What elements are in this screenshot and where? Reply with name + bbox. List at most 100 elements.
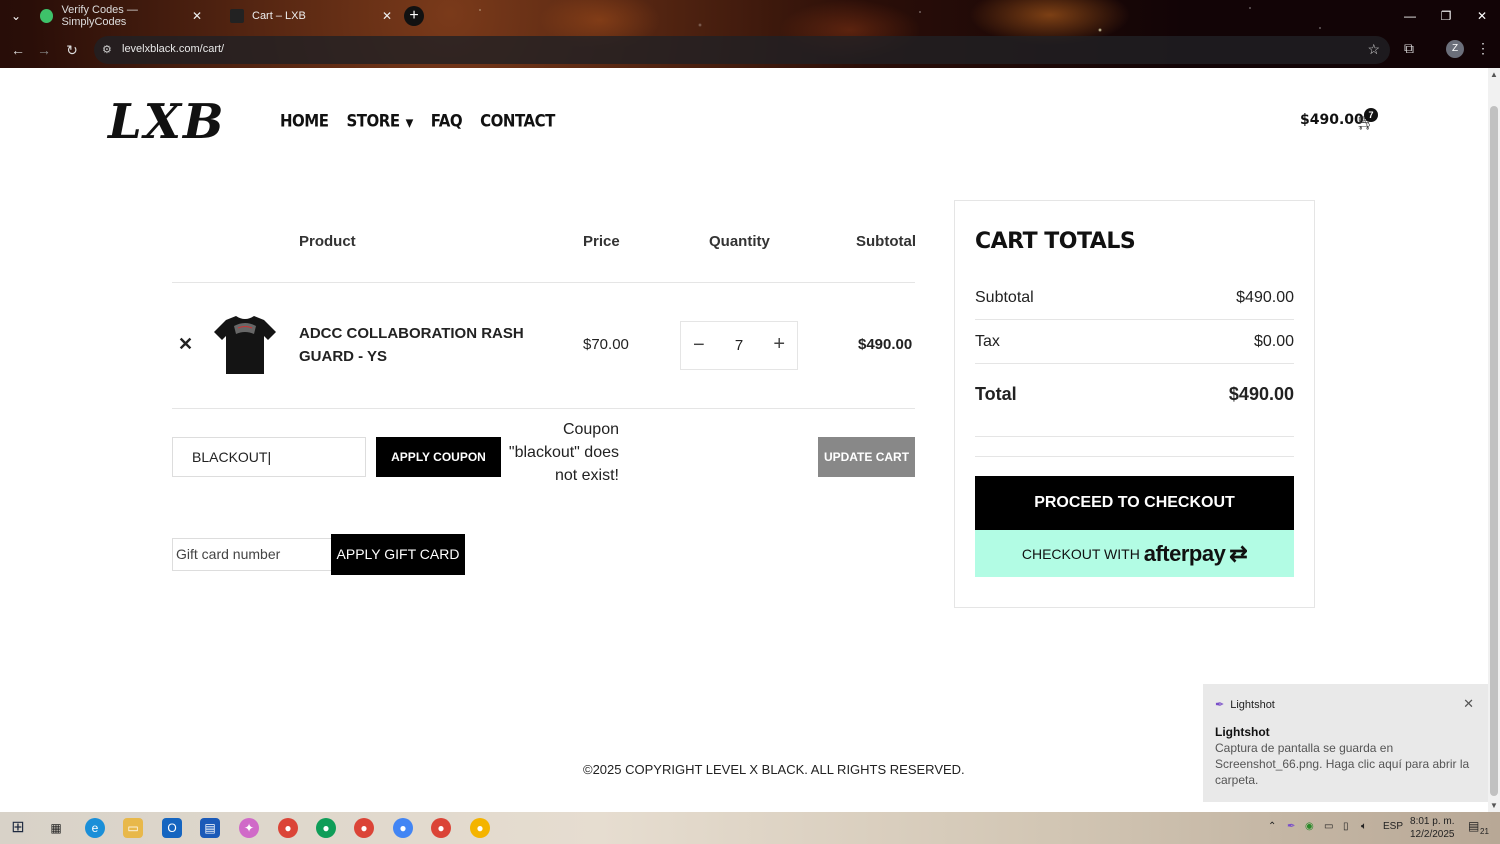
afterpay-checkout-button[interactable]: CHECKOUT WITH afterpay ⇄	[975, 530, 1294, 577]
bookmark-star-icon[interactable]: ☆	[1367, 41, 1380, 58]
chrome-profile-3-icon[interactable]: ●	[354, 818, 374, 838]
total-value: $490.00	[1228, 384, 1294, 404]
tray-volume-icon[interactable]: 🔈︎	[1361, 821, 1367, 832]
nav-home[interactable]: HOME	[280, 111, 329, 131]
browser-menu-icon[interactable]: ⋮	[1476, 40, 1490, 57]
outlook-icon[interactable]: O	[162, 818, 182, 838]
window-close-icon[interactable]: ✕	[1464, 0, 1500, 32]
tax-label: Tax	[975, 333, 1000, 350]
plus-icon[interactable]: +	[773, 333, 785, 356]
chrome-profile-6-icon[interactable]: ●	[470, 818, 490, 838]
apply-coupon-button[interactable]: APPLY COUPON	[376, 437, 501, 477]
site-info-icon[interactable]: ⚙	[102, 43, 116, 57]
table-divider	[172, 408, 915, 409]
task-view-icon[interactable]: ▦	[46, 818, 66, 838]
tab-title: Cart – LXB	[252, 10, 306, 22]
col-header-product: Product	[299, 233, 356, 250]
nav-store-label: STORE	[346, 111, 400, 131]
afterpay-arrows-icon: ⇄	[1229, 541, 1248, 566]
notification-center-icon[interactable]: ▤	[1468, 819, 1479, 833]
tab-close-icon[interactable]: ✕	[382, 9, 392, 23]
chrome-profile-4-icon[interactable]: ●	[393, 818, 413, 838]
update-cart-button[interactable]: UPDATE CART	[818, 437, 915, 477]
notification-app-row: ✒ Lightshot	[1215, 698, 1275, 711]
product-price: $70.00	[583, 336, 629, 353]
col-header-subtotal: Subtotal	[856, 233, 916, 250]
notification-title: Lightshot	[1215, 725, 1270, 739]
notification-count-badge: 21	[1480, 827, 1489, 836]
chrome-profile-5-icon[interactable]: ●	[431, 818, 451, 838]
coupon-code-value: BLACKOUT	[192, 449, 268, 465]
chrome-profile-1-icon[interactable]: ●	[278, 818, 298, 838]
notification-close-icon[interactable]: ✕	[1463, 696, 1474, 712]
footer-copyright: ©2025 COPYRIGHT LEVEL X BLACK. ALL RIGHT…	[583, 762, 965, 777]
row-subtotal: $490.00	[858, 336, 913, 353]
site-logo[interactable]: LXB	[108, 94, 226, 150]
profile-avatar[interactable]: Z	[1446, 40, 1464, 58]
address-bar[interactable]: ⚙ levelxblack.com/cart/ ☆	[94, 36, 1390, 64]
lightshot-notification[interactable]: ✒ Lightshot ✕ Lightshot Captura de pantal…	[1203, 684, 1488, 802]
subtotal-label: Subtotal	[975, 289, 1034, 306]
coupon-code-input[interactable]: BLACKOUT|	[172, 437, 366, 477]
totals-divider	[975, 319, 1294, 320]
new-tab-plus-icon[interactable]: +	[404, 6, 424, 26]
page-scrollbar[interactable]: ▲ ▼	[1488, 68, 1500, 812]
scroll-down-arrow-icon[interactable]: ▼	[1490, 801, 1498, 810]
notification-body[interactable]: Captura de pantalla se guarda en Screens…	[1215, 740, 1475, 788]
col-header-quantity: Quantity	[709, 233, 770, 250]
tray-battery-icon[interactable]: ▯	[1343, 821, 1349, 832]
tray-app-icon[interactable]: ◉	[1305, 821, 1314, 832]
scroll-up-arrow-icon[interactable]: ▲	[1490, 70, 1498, 79]
tab-simplycodes[interactable]: Verify Codes — SimplyCodes ✕	[30, 4, 210, 28]
col-header-price: Price	[583, 233, 620, 250]
minimize-icon[interactable]: —	[1392, 0, 1428, 32]
nav-contact[interactable]: CONTACT	[480, 111, 555, 131]
caret-down-icon: ▼	[405, 117, 414, 130]
store-icon[interactable]: ▤	[200, 818, 220, 838]
remove-item-icon[interactable]: ✕	[178, 334, 193, 355]
proceed-to-checkout-button[interactable]: PROCEED TO CHECKOUT	[975, 476, 1294, 530]
simplycodes-favicon-icon	[40, 9, 54, 23]
header-cart-total[interactable]: $490.00	[1300, 112, 1364, 128]
tray-lightshot-icon[interactable]: ✒	[1287, 821, 1295, 832]
afterpay-prefix: CHECKOUT WITH	[1021, 546, 1140, 562]
language-indicator[interactable]: ESP	[1383, 821, 1403, 832]
url-text: levelxblack.com/cart/	[122, 43, 225, 55]
extensions-puzzle-icon[interactable]: ⧉	[1404, 40, 1414, 57]
quantity-stepper: − 7 +	[680, 321, 798, 370]
back-arrow-icon[interactable]: ←	[8, 40, 28, 60]
totals-divider	[975, 456, 1294, 457]
tab-cart-lxb[interactable]: Cart – LXB ✕	[220, 4, 400, 28]
edge-icon[interactable]: e	[85, 818, 105, 838]
tab-close-icon[interactable]: ✕	[192, 9, 202, 23]
tray-network-icon[interactable]: ▭	[1324, 821, 1333, 832]
apply-gift-card-button[interactable]: APPLY GIFT CARD	[331, 534, 465, 575]
coupon-error-message: Coupon "blackout" does not exist!	[508, 421, 619, 484]
notification-app-name: Lightshot	[1230, 699, 1275, 711]
lightshot-feather-icon: ✒	[1215, 699, 1225, 711]
cart-count-badge: 7	[1364, 108, 1378, 122]
product-name-link[interactable]: ADCC COLLABORATION RASH GUARD - YS	[299, 322, 539, 368]
scrollbar-thumb[interactable]	[1490, 106, 1498, 796]
nav-faq[interactable]: FAQ	[431, 111, 463, 131]
copilot-icon[interactable]: ✦	[239, 818, 259, 838]
tax-value: $0.00	[1253, 333, 1294, 350]
taskbar-clock[interactable]: 8:01 p. m. 12/2/2025	[1410, 815, 1455, 841]
file-explorer-icon[interactable]: ▭	[123, 818, 143, 838]
tab-search-chevron-icon[interactable]: ⌄	[6, 6, 26, 26]
cart-totals-title: CART TOTALS	[975, 229, 1136, 254]
afterpay-logo: afterpay	[1143, 541, 1226, 566]
tab-strip: ⌄ Verify Codes — SimplyCodes ✕ Cart – LX…	[0, 0, 1500, 32]
subtotal-value: $490.00	[1236, 289, 1294, 306]
forward-arrow-icon[interactable]: →	[34, 40, 54, 60]
product-thumbnail[interactable]	[212, 316, 278, 376]
totals-divider	[975, 436, 1294, 437]
windows-start-icon[interactable]: ⊞	[8, 818, 28, 838]
chrome-profile-2-icon[interactable]: ●	[316, 818, 336, 838]
nav-store[interactable]: STORE ▼	[346, 111, 414, 131]
reload-icon[interactable]: ↻	[62, 40, 82, 60]
tab-title: Verify Codes — SimplyCodes	[61, 4, 138, 28]
tray-chevron-up-icon[interactable]: ⌃	[1268, 821, 1276, 832]
gift-card-input[interactable]: Gift card number	[172, 538, 332, 571]
restore-icon[interactable]: ❐	[1428, 0, 1464, 32]
